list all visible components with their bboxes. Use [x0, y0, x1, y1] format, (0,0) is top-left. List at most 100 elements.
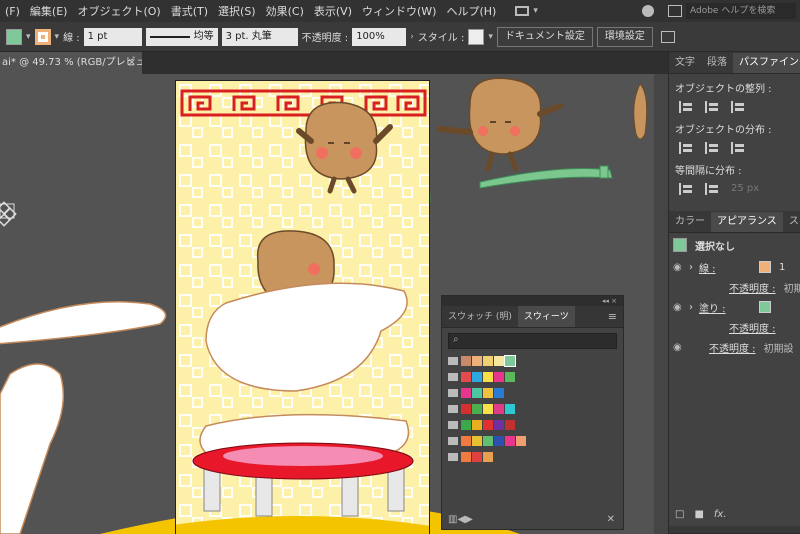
- color-swatch[interactable]: [516, 435, 526, 446]
- color-swatch[interactable]: [483, 435, 493, 446]
- align-right-icon[interactable]: [731, 101, 745, 113]
- eye-icon[interactable]: ◉: [673, 342, 689, 353]
- folder-icon[interactable]: [448, 356, 458, 365]
- artboard[interactable]: [175, 80, 430, 534]
- user-icon[interactable]: [642, 5, 654, 17]
- color-swatch[interactable]: [472, 387, 482, 398]
- workspace-dropdown[interactable]: ▾: [533, 6, 538, 16]
- preferences-button[interactable]: 環境設定: [596, 26, 653, 47]
- appearance-fill-row[interactable]: ◉ › 塗り :: [669, 297, 800, 317]
- color-swatch[interactable]: [472, 403, 482, 414]
- tab-character[interactable]: 文字: [669, 53, 701, 73]
- swatch-library-icon[interactable]: ▥: [448, 514, 457, 525]
- color-swatch[interactable]: [461, 419, 471, 430]
- panel-menu-icon[interactable]: ≡: [608, 306, 617, 327]
- distribute-middle-icon[interactable]: [705, 142, 719, 154]
- color-swatch[interactable]: [505, 371, 515, 382]
- color-swatch[interactable]: [472, 435, 482, 446]
- color-swatch[interactable]: [494, 355, 504, 366]
- color-swatch[interactable]: [483, 451, 493, 462]
- swatch-search-input[interactable]: ⌕: [448, 333, 617, 349]
- color-swatch[interactable]: [472, 371, 482, 382]
- color-swatch[interactable]: [494, 419, 504, 430]
- folder-icon[interactable]: [448, 388, 458, 397]
- distribute-top-icon[interactable]: [679, 142, 693, 154]
- folder-icon[interactable]: [448, 420, 458, 429]
- align-left-icon[interactable]: [679, 101, 693, 113]
- tab-color[interactable]: カラー: [669, 212, 711, 232]
- menu-edit[interactable]: 編集(E): [25, 3, 73, 19]
- eye-icon[interactable]: ◉: [673, 262, 689, 273]
- close-library-icon[interactable]: ✕: [607, 514, 615, 525]
- color-swatch[interactable]: [461, 403, 471, 414]
- color-swatch[interactable]: [494, 371, 504, 382]
- layout-icon[interactable]: [668, 5, 682, 17]
- next-icon[interactable]: ▶: [465, 514, 473, 525]
- folder-icon[interactable]: [448, 436, 458, 445]
- tab-paragraph[interactable]: 段落: [701, 53, 733, 73]
- color-swatch[interactable]: [505, 419, 515, 430]
- color-swatch[interactable]: [483, 371, 493, 382]
- color-swatch[interactable]: [461, 371, 471, 382]
- previous-icon[interactable]: ◀: [457, 514, 465, 525]
- color-swatch[interactable]: [505, 403, 515, 414]
- align-center-icon[interactable]: [705, 101, 719, 113]
- color-swatch[interactable]: [494, 403, 504, 414]
- menu-object[interactable]: オブジェクト(O): [72, 3, 165, 19]
- color-swatch[interactable]: [494, 387, 504, 398]
- color-swatch[interactable]: [494, 435, 504, 446]
- folder-icon[interactable]: [448, 452, 458, 461]
- tab-pathfinder[interactable]: パスファインダー: [733, 53, 800, 73]
- opacity-field[interactable]: 100%: [352, 27, 407, 46]
- stroke-swatch[interactable]: [759, 261, 771, 273]
- vertical-scrollbar[interactable]: [654, 74, 668, 534]
- fill-swatch[interactable]: [759, 301, 771, 313]
- tab-appearance[interactable]: アピアランス: [711, 212, 783, 232]
- appearance-opacity-row[interactable]: ◉ 不透明度 : 初期設: [669, 337, 800, 357]
- workspace-switcher-icon[interactable]: [515, 6, 530, 16]
- stroke-color-swatch[interactable]: [34, 28, 51, 45]
- appearance-stroke-opacity-row[interactable]: 不透明度 : 初期設定: [669, 277, 800, 297]
- document-setup-button[interactable]: ドキュメント設定: [496, 26, 593, 47]
- help-search-input[interactable]: Adobe ヘルプを検索: [686, 3, 796, 19]
- stroke-dropdown[interactable]: ▾: [55, 32, 60, 42]
- color-swatch[interactable]: [504, 354, 516, 367]
- color-swatch[interactable]: [483, 419, 493, 430]
- opacity-chevron-icon[interactable]: ›: [410, 32, 414, 42]
- style-swatch[interactable]: [468, 28, 485, 45]
- tab-swatches[interactable]: スウォッチ: [783, 212, 800, 232]
- color-swatch[interactable]: [461, 387, 471, 398]
- menu-effect[interactable]: 効果(C): [261, 3, 309, 19]
- add-stroke-icon[interactable]: □: [675, 509, 684, 520]
- menu-view[interactable]: 表示(V): [309, 3, 357, 19]
- color-swatch[interactable]: [472, 419, 482, 430]
- color-swatch[interactable]: [461, 435, 471, 446]
- brush-definition[interactable]: 3 pt. 丸筆: [221, 27, 298, 46]
- document-tab[interactable]: ai* @ 49.73 % (RGB/プレビュー)×: [0, 52, 142, 74]
- spacing-vertical-icon[interactable]: [679, 183, 693, 195]
- folder-icon[interactable]: [448, 404, 458, 413]
- color-swatch[interactable]: [483, 387, 493, 398]
- add-fill-icon[interactable]: ■: [694, 509, 703, 520]
- appearance-fill-opacity-row[interactable]: 不透明度 :: [669, 317, 800, 337]
- color-swatch[interactable]: [472, 451, 482, 462]
- menu-file[interactable]: (F): [0, 5, 25, 18]
- color-swatch[interactable]: [472, 355, 482, 366]
- tab-swatches-light[interactable]: スウォッチ (明): [442, 306, 518, 327]
- eye-icon[interactable]: ◉: [673, 302, 689, 313]
- panel-collapse-icon[interactable]: ◂◂ ×: [442, 296, 623, 306]
- menu-help[interactable]: ヘルプ(H): [441, 3, 501, 19]
- close-tab-icon[interactable]: ×: [128, 52, 136, 74]
- distribute-bottom-icon[interactable]: [731, 142, 745, 154]
- appearance-stroke-row[interactable]: ◉ › 線 : 1: [669, 257, 800, 277]
- fill-color-swatch[interactable]: [6, 28, 22, 45]
- stroke-weight-field[interactable]: 1 pt: [83, 27, 142, 46]
- color-swatch[interactable]: [461, 451, 471, 462]
- color-swatch[interactable]: [505, 435, 515, 446]
- menu-type[interactable]: 書式(T): [166, 3, 213, 19]
- canvas[interactable]: ◂◂ × スウォッチ (明) スウィーツ ≡ ⌕ ▥ ◀ ▶ ✕: [0, 74, 654, 534]
- menu-window[interactable]: ウィンドウ(W): [357, 3, 441, 19]
- color-swatch[interactable]: [483, 403, 493, 414]
- folder-icon[interactable]: [448, 372, 458, 381]
- style-dropdown[interactable]: ▾: [488, 32, 493, 42]
